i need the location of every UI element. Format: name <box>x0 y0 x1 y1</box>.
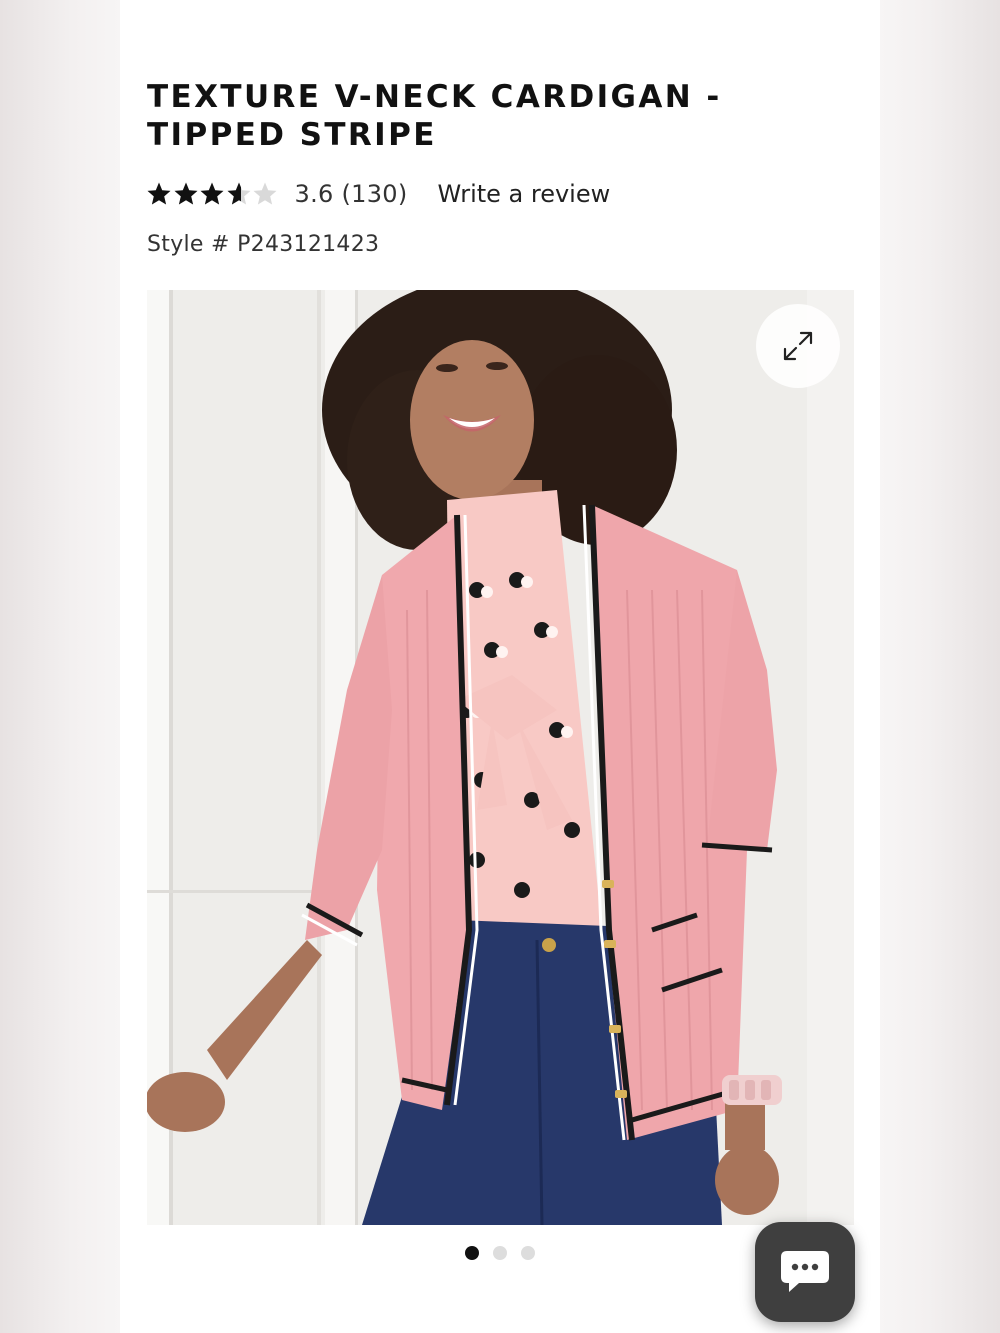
chat-bubble-icon <box>781 1251 829 1292</box>
star-icon <box>146 181 172 207</box>
product-image[interactable] <box>147 290 854 1225</box>
style-number: Style # P243121423 <box>147 232 380 257</box>
star-rating <box>146 181 279 207</box>
star-icon <box>199 181 225 207</box>
rating-row: 3.6 (130) Write a review <box>146 176 610 212</box>
background-right <box>880 0 1000 1333</box>
expand-image-button[interactable] <box>756 304 840 388</box>
rating-summary: 3.6 (130) <box>294 180 408 208</box>
background-left <box>0 0 120 1333</box>
carousel-dot[interactable] <box>493 1246 507 1260</box>
product-photo <box>147 290 854 1225</box>
expand-arrows-icon <box>783 331 813 361</box>
write-review-link[interactable]: Write a review <box>438 180 611 208</box>
carousel-dot[interactable] <box>465 1246 479 1260</box>
product-title: TEXTURE V-NECK CARDIGAN - TIPPED STRIPE <box>147 79 722 153</box>
carousel-dot[interactable] <box>521 1246 535 1260</box>
star-icon <box>226 181 252 207</box>
product-page: TEXTURE V-NECK CARDIGAN - TIPPED STRIPE … <box>120 0 880 1333</box>
chat-button[interactable] <box>755 1222 855 1322</box>
star-icon <box>252 181 278 207</box>
star-icon <box>173 181 199 207</box>
image-carousel-dots <box>465 1246 549 1260</box>
